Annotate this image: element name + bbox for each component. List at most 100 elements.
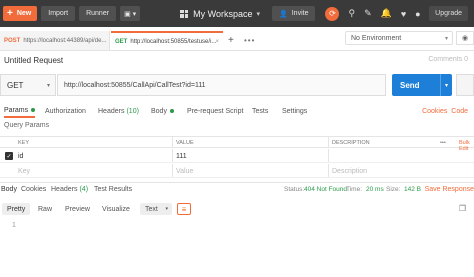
- view-raw[interactable]: Raw: [33, 203, 57, 215]
- time-value[interactable]: 20 ms: [366, 186, 384, 193]
- chevron-down-icon: ▾: [46, 82, 50, 89]
- satellite-icon[interactable]: ⚲: [348, 8, 355, 19]
- response-headers-count: (4): [79, 186, 89, 193]
- status-label: Status:: [284, 186, 305, 193]
- response-tab-test-results[interactable]: Test Results: [94, 186, 132, 193]
- key-placeholder[interactable]: Key: [18, 168, 30, 175]
- params-table-header: KEY VALUE DESCRIPTION ••• Bulk Edit: [0, 136, 474, 152]
- value-placeholder[interactable]: Value: [176, 168, 193, 175]
- status-code: 404 Not Found: [304, 186, 348, 193]
- description-placeholder[interactable]: Description: [332, 168, 367, 175]
- eye-icon[interactable]: ◉: [456, 31, 474, 45]
- invite-button-label: Invite: [291, 10, 309, 17]
- send-button[interactable]: Send: [392, 74, 440, 96]
- environment-select[interactable]: No Environment ▾: [345, 31, 453, 45]
- tab-headers[interactable]: Headers (10): [98, 104, 139, 118]
- comments-link[interactable]: Comments 0: [428, 56, 468, 63]
- open-new-button[interactable]: ▣ ▾: [120, 6, 141, 21]
- key-column-header: KEY: [18, 140, 30, 146]
- more-tabs-icon[interactable]: •••: [244, 36, 255, 45]
- workspace-grid-icon: [180, 9, 189, 18]
- tab-authorization[interactable]: Authorization: [45, 104, 86, 118]
- tab-settings[interactable]: Settings: [282, 104, 307, 118]
- status-value[interactable]: 404 Not Found: [304, 186, 347, 193]
- params-indicator: [31, 108, 36, 112]
- tab-params-label: Params: [4, 106, 29, 114]
- cookies-label: Cookies: [422, 107, 448, 115]
- table-row: ✓ id 111: [0, 149, 474, 163]
- time-ms: 20 ms: [366, 186, 384, 193]
- code-label: Code: [451, 107, 468, 115]
- size-bytes: 142 B: [404, 186, 421, 193]
- chevron-down-icon: ▾: [444, 35, 448, 42]
- tab-tests-label: Tests: [252, 107, 269, 115]
- method-select[interactable]: GET ▾: [0, 74, 56, 96]
- response-tab-cookies[interactable]: Cookies: [21, 186, 46, 193]
- cookies-link[interactable]: Cookies Code: [422, 104, 468, 118]
- chevron-down-icon: ▾: [256, 10, 261, 18]
- save-response-button[interactable]: Save Response: [425, 186, 474, 193]
- tab-pre-request-label: Pre-request Script: [187, 107, 244, 115]
- user-icon[interactable]: ●: [415, 9, 420, 19]
- query-params-heading: Query Params: [4, 122, 50, 129]
- tab-params[interactable]: Params: [4, 104, 36, 118]
- upgrade-button[interactable]: Upgrade: [429, 6, 468, 21]
- save-button[interactable]: [456, 74, 474, 96]
- add-user-icon: 👤: [279, 10, 288, 18]
- plus-icon: +: [7, 7, 13, 19]
- copy-icon[interactable]: ❐: [459, 204, 466, 213]
- checkbox-checked[interactable]: ✓: [5, 152, 13, 160]
- wrap-lines-icon[interactable]: ≡: [177, 203, 191, 215]
- tab-settings-label: Settings: [282, 107, 308, 115]
- line-number: 1: [12, 222, 16, 229]
- add-tab-icon[interactable]: +: [228, 35, 234, 46]
- response-tab-headers[interactable]: Headers (4): [51, 186, 88, 193]
- request-options-tabs: Params Authorization Headers (10) Body Pr…: [0, 104, 474, 118]
- response-tab-body[interactable]: Body: [1, 186, 17, 193]
- tab-url: http://localhost:50855/testuse/i...: [130, 38, 217, 45]
- tab-body[interactable]: Body: [151, 104, 174, 118]
- size-value[interactable]: 142 B: [404, 186, 421, 193]
- invite-button[interactable]: 👤 Invite: [272, 6, 316, 21]
- environment-label: No Environment: [351, 34, 402, 42]
- new-button-label: New: [16, 10, 32, 17]
- view-visualize[interactable]: Visualize: [97, 203, 135, 215]
- request-tab-post[interactable]: POST https://localhost:44389/api/de...: [0, 31, 110, 50]
- wrench-icon[interactable]: ✎: [364, 8, 372, 19]
- value-column-header: VALUE: [176, 140, 194, 146]
- tab-headers-label: Headers: [98, 107, 125, 115]
- headers-count: (10): [126, 107, 139, 115]
- tab-pre-request-script[interactable]: Pre-request Script: [187, 104, 243, 118]
- send-options-icon[interactable]: ▾: [440, 74, 452, 96]
- bell-icon[interactable]: 🔔: [381, 8, 392, 19]
- heart-icon[interactable]: ♥: [401, 9, 406, 19]
- tab-authorization-label: Authorization: [45, 107, 86, 115]
- request-tab-get[interactable]: GET http://localhost:50855/testuse/i... …: [111, 31, 223, 50]
- tab-url: https://localhost:44389/api/de...: [23, 37, 107, 44]
- import-button[interactable]: Import: [41, 6, 76, 21]
- tab-tests[interactable]: Tests: [252, 104, 268, 118]
- request-title[interactable]: Untitled Request: [4, 56, 63, 65]
- param-key[interactable]: id: [18, 153, 23, 160]
- new-window-icon: ▣ ▾: [124, 10, 137, 18]
- close-icon[interactable]: ×: [215, 39, 219, 45]
- body-indicator: [169, 109, 174, 113]
- workspace-label: My Workspace: [193, 8, 253, 19]
- top-toolbar: + New Import Runner ▣ ▾ My Workspace ▾ 👤…: [0, 0, 474, 27]
- time-label: Time:: [346, 186, 363, 193]
- tab-method: POST: [4, 37, 21, 44]
- workspace-selector[interactable]: My Workspace ▾: [180, 9, 260, 19]
- tab-method: GET: [115, 38, 128, 45]
- new-button[interactable]: + New: [3, 6, 38, 21]
- url-input[interactable]: http://localhost:50855/CallApi/CallTest?…: [57, 74, 386, 96]
- table-row-empty: Key Value Description: [0, 164, 474, 178]
- size-label: Size:: [386, 186, 401, 193]
- param-value[interactable]: 111: [176, 153, 187, 160]
- view-preview[interactable]: Preview: [60, 203, 95, 215]
- sync-icon[interactable]: ⟳: [325, 6, 340, 21]
- format-label: Text: [145, 205, 158, 213]
- runner-button[interactable]: Runner: [79, 6, 117, 21]
- format-select[interactable]: Text ▾: [140, 203, 172, 215]
- view-pretty[interactable]: Pretty: [2, 203, 31, 215]
- more-icon[interactable]: •••: [440, 140, 446, 146]
